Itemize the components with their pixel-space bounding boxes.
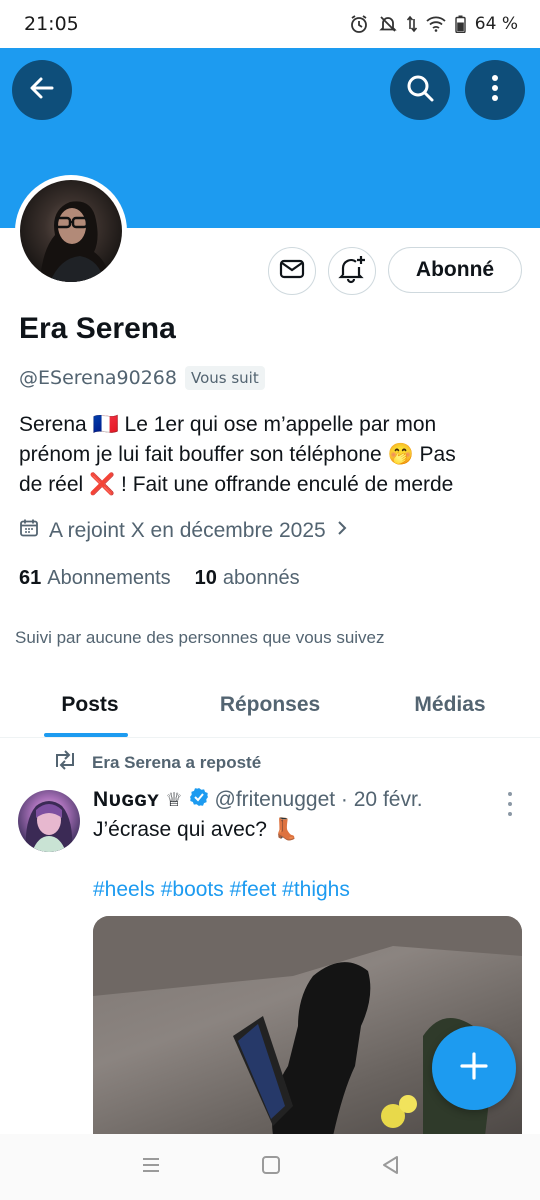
- status-icons: 64 %: [349, 14, 518, 34]
- search-button[interactable]: [390, 60, 450, 120]
- system-navigation-bar: [0, 1134, 540, 1200]
- active-tab-indicator: [44, 733, 128, 737]
- dot: [508, 812, 512, 816]
- display-name: Era Serena: [19, 312, 176, 345]
- search-icon: [405, 73, 435, 107]
- dot: [508, 802, 512, 806]
- profile-tabs: Posts Réponses Médias: [0, 672, 540, 738]
- crown-icon: ♕: [165, 789, 183, 811]
- following-count: 61: [19, 567, 42, 589]
- back-button[interactable]: [12, 60, 72, 120]
- repost-icon: [52, 750, 78, 775]
- tab-posts[interactable]: Posts: [0, 672, 180, 737]
- followed-by-text: Suivi par aucune des personnes que vous …: [15, 628, 385, 647]
- verified-badge-icon: [189, 787, 209, 813]
- wifi-icon: [426, 16, 446, 32]
- plus-icon: [459, 1051, 489, 1085]
- recent-apps-icon[interactable]: [140, 1156, 162, 1178]
- joined-date: A rejoint X en décembre 2025: [49, 519, 326, 542]
- post-handle-date: @fritenugget · 20 févr.: [214, 788, 423, 811]
- vertical-dots-icon: [491, 74, 499, 106]
- battery-percent: 64 %: [474, 14, 518, 34]
- handle-row: @ESerena90268 Vous suit: [19, 366, 265, 390]
- bio-line: Serena 🇫🇷 Le 1er qui ose m’appelle par m…: [19, 413, 437, 436]
- tab-media[interactable]: Médias: [360, 672, 540, 737]
- user-handle: @ESerena90268: [19, 367, 177, 389]
- bio-line: de réel ❌ ! Fait une offrande enculé de …: [19, 473, 454, 496]
- more-options-button[interactable]: [465, 60, 525, 120]
- followers-stat[interactable]: 10 abonnés: [195, 567, 300, 590]
- back-nav-icon[interactable]: [380, 1154, 400, 1180]
- avatar-photo: [20, 180, 122, 282]
- profile-avatar[interactable]: [15, 175, 127, 287]
- dot: [508, 792, 512, 796]
- post-author-name[interactable]: Nᴜɢɢʏ: [93, 788, 159, 812]
- following-stat[interactable]: 61 Abonnements: [19, 567, 171, 590]
- followers-label: abonnés: [222, 567, 300, 589]
- compose-post-button[interactable]: [432, 1026, 516, 1110]
- bell-plus-icon: [337, 254, 367, 288]
- repost-indicator: Era Serena a reposté: [52, 750, 261, 775]
- follow-stats: 61 Abonnements 10 abonnés: [19, 567, 300, 590]
- tab-label: Réponses: [219, 692, 321, 716]
- repost-label: Era Serena a reposté: [92, 752, 262, 772]
- tab-replies[interactable]: Réponses: [180, 672, 360, 737]
- post-hashtags[interactable]: #heels #boots #feet #thighs: [93, 878, 350, 902]
- post-header: Nᴜɢɢʏ ♕ @fritenugget · 20 févr.: [93, 787, 423, 813]
- post-author-avatar[interactable]: [18, 790, 80, 852]
- mute-notifications-icon: [378, 14, 398, 34]
- data-arrows-icon: [406, 14, 417, 34]
- status-bar: 21:05 64 %: [0, 0, 540, 48]
- following-button[interactable]: Abonné: [388, 247, 522, 293]
- tab-label: Posts: [61, 692, 119, 716]
- battery-icon: [455, 15, 466, 33]
- follows-you-badge: Vous suit: [184, 366, 265, 390]
- alarm-icon: [349, 14, 369, 34]
- following-label: Abonnements: [47, 567, 171, 589]
- message-button[interactable]: [268, 247, 316, 295]
- joined-date-row[interactable]: A rejoint X en décembre 2025: [19, 518, 348, 544]
- calendar-icon: [19, 518, 39, 544]
- arrow-left-icon: [28, 74, 56, 106]
- chevron-right-icon: [336, 519, 348, 543]
- bio-line: prénom je lui fait bouffer son téléphone…: [19, 443, 456, 466]
- post-text: J’écrase qui avec? 👢: [93, 818, 299, 841]
- home-icon[interactable]: [261, 1155, 281, 1179]
- status-time: 21:05: [24, 13, 79, 35]
- bio: Serena 🇫🇷 Le 1er qui ose m’appelle par m…: [19, 410, 524, 500]
- tab-label: Médias: [414, 692, 486, 716]
- followers-count: 10: [194, 567, 217, 589]
- post-more-button[interactable]: [504, 792, 516, 816]
- notifications-button[interactable]: [328, 247, 376, 295]
- envelope-icon: [279, 258, 305, 284]
